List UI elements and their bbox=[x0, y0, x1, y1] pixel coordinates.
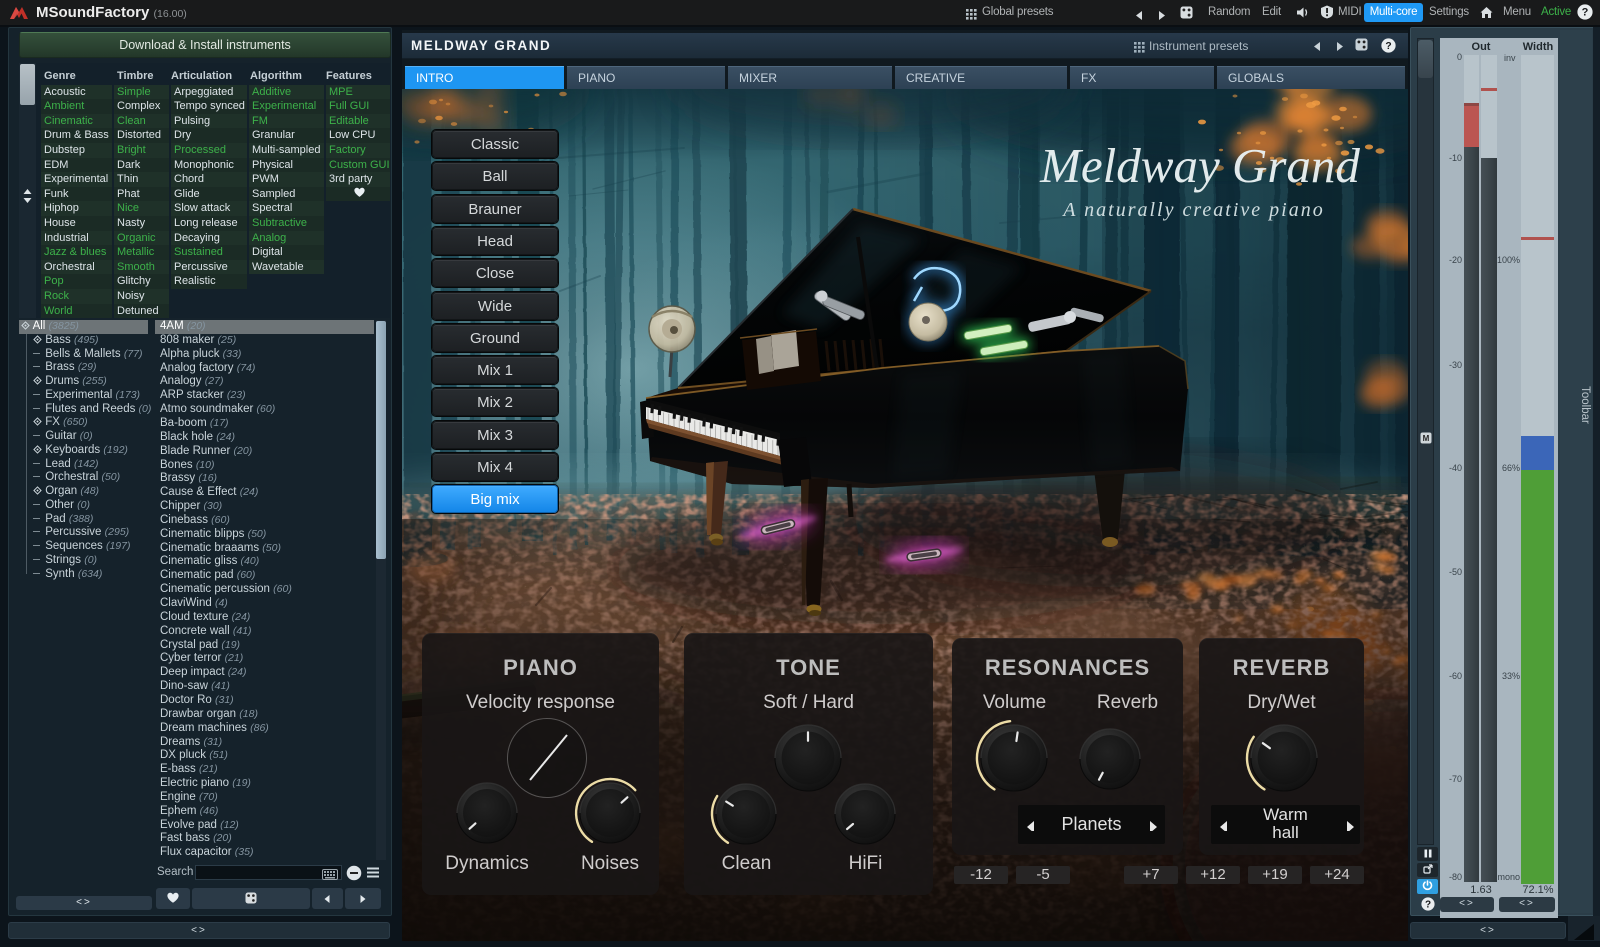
svg-text:Meldway Grand: Meldway Grand bbox=[1039, 138, 1360, 193]
svg-text:A naturally creative piano: A naturally creative piano bbox=[1061, 199, 1324, 221]
svg-text:?: ? bbox=[1385, 41, 1391, 52]
svg-text:?: ? bbox=[1424, 900, 1430, 911]
svg-text:?: ? bbox=[1582, 7, 1589, 19]
svg-text:M: M bbox=[1423, 434, 1430, 443]
